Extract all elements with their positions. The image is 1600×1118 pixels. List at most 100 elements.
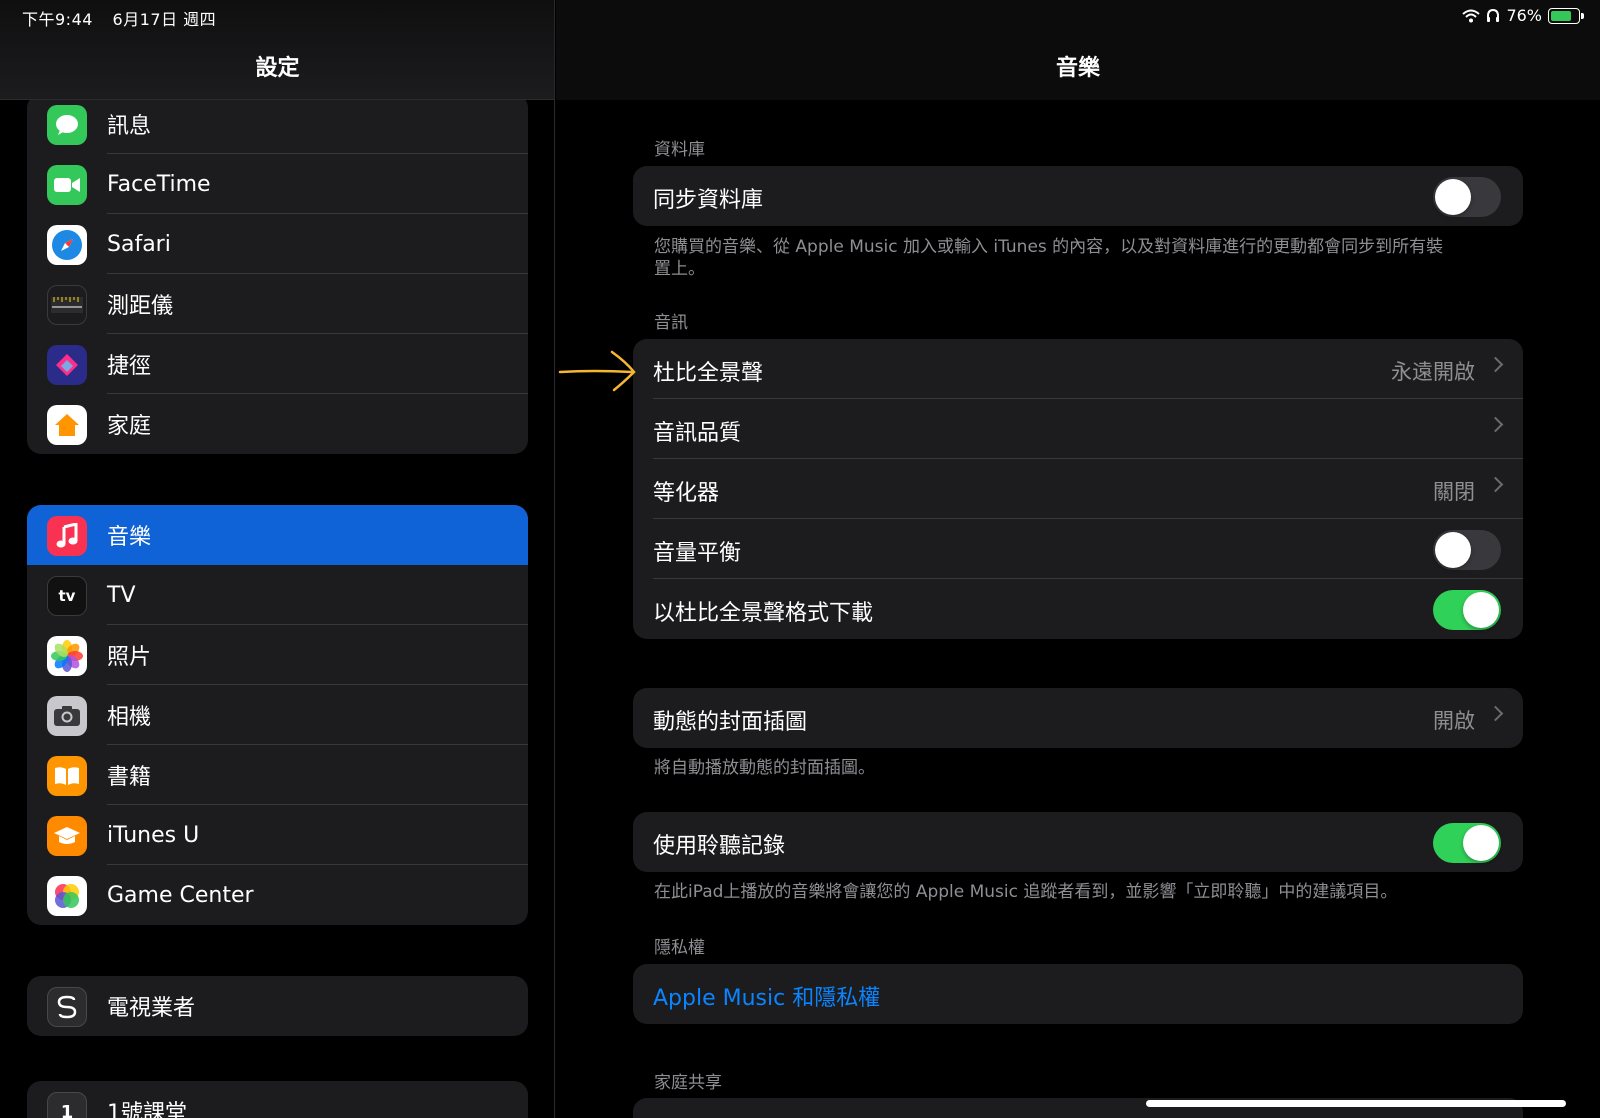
row-label: 等化器 [653, 481, 720, 506]
chevron-right-icon [1487, 476, 1504, 493]
row-value: 關閉 [1433, 480, 1475, 504]
row-label: 以杜比全景聲格式下載 [653, 601, 874, 626]
sidebar-item-game-center[interactable]: Game Center [27, 865, 528, 925]
sidebar-item-tv-provider[interactable]: 電視業者 [27, 976, 528, 1036]
game-center-icon [47, 876, 87, 916]
card-privacy: Apple Music 和隱私權 [633, 964, 1523, 1024]
card-animated-art: 動態的封面插圖 開啟 [633, 688, 1523, 748]
battery-icon [1548, 7, 1584, 24]
photos-icon [47, 636, 87, 676]
row-animated-art[interactable]: 動態的封面插圖 開啟 [633, 688, 1523, 748]
sidebar-item-label: 訊息 [107, 114, 152, 139]
listening-history-toggle[interactable] [1433, 823, 1501, 863]
itunes-u-icon [47, 816, 87, 856]
sidebar-group-third-party: 1 1號課堂 [27, 1081, 528, 1118]
row-dolby-atmos[interactable]: 杜比全景聲 永遠開啟 [633, 339, 1523, 399]
sidebar-item-label: 書籍 [107, 765, 152, 790]
headphones-icon [1487, 8, 1500, 22]
sidebar-item-tv[interactable]: tv TV [27, 565, 528, 625]
sidebar-title: 設定 [255, 56, 300, 81]
sidebar-item-music[interactable]: 音樂 [27, 505, 528, 565]
measure-icon [47, 285, 87, 325]
section-label-audio: 音訊 [654, 313, 688, 333]
listening-history-note: 在此iPad上播放的音樂將會讓您的 Apple Music 追蹤者看到，並影響「… [654, 882, 1398, 902]
sidebar-item-camera[interactable]: 相機 [27, 685, 528, 745]
sync-library-note: 您購買的音樂、從 Apple Music 加入或輸入 iTunes 的內容，以及… [654, 237, 1444, 279]
sidebar-item-label: 照片 [107, 645, 152, 670]
sidebar-item-photos[interactable]: 照片 [27, 625, 528, 685]
status-date: 6月17日 週四 [112, 10, 217, 29]
sync-library-toggle[interactable] [1433, 177, 1501, 217]
row-sound-check: 音量平衡 [633, 519, 1523, 579]
sidebar-item-classroom[interactable]: 1 1號課堂 [27, 1081, 528, 1118]
row-value: 開啟 [1433, 709, 1475, 733]
status-time: 下午9:44 [22, 10, 93, 29]
download-dolby-toggle[interactable] [1433, 590, 1501, 630]
section-label-privacy: 隱私權 [654, 938, 705, 958]
sidebar-item-label: 相機 [107, 705, 152, 730]
books-icon [47, 756, 87, 796]
home-icon [47, 405, 87, 445]
sidebar-item-label: 1號課堂 [107, 1101, 187, 1118]
sidebar-item-safari[interactable]: Safari [27, 214, 528, 274]
sidebar-header: 下午9:44 6月17日 週四 設定 [0, 0, 554, 100]
sidebar-item-measure[interactable]: 測距儀 [27, 274, 528, 334]
sidebar-item-label: FaceTime [107, 171, 211, 197]
sidebar-item-messages[interactable]: 訊息 [27, 94, 528, 154]
facetime-icon [47, 165, 87, 205]
row-eq[interactable]: 等化器 關閉 [633, 459, 1523, 519]
sidebar-item-label: Safari [107, 231, 171, 257]
tv-icon: tv [47, 576, 87, 616]
section-label-library: 資料庫 [654, 140, 705, 160]
chevron-right-icon [1487, 416, 1504, 433]
animated-art-note: 將自動播放動態的封面插圖。 [654, 758, 875, 778]
row-listening-history: 使用聆聽記錄 [633, 812, 1523, 872]
sidebar-item-itunes-u[interactable]: iTunes U [27, 805, 528, 865]
section-label-family: 家庭共享 [654, 1073, 722, 1093]
chevron-right-icon [1487, 356, 1504, 373]
battery-percent: 76% [1506, 6, 1542, 25]
shortcuts-icon [47, 345, 87, 385]
row-label: 動態的封面插圖 [653, 710, 808, 735]
row-label: 同步資料庫 [653, 188, 764, 213]
row-privacy-link[interactable]: Apple Music 和隱私權 [633, 964, 1523, 1024]
chevron-right-icon [1487, 705, 1504, 722]
wifi-icon [1462, 9, 1481, 22]
sidebar-group-apps: 訊息 FaceTime Safari 測距儀 捷徑 家庭 [27, 94, 528, 454]
sidebar-item-label: 捷徑 [107, 354, 152, 379]
main-pane: 音樂 76% 資料庫 同步資料庫 您購買的音樂、從 Apple Music 加入… [556, 0, 1600, 1118]
status-bar-right: 76% [1462, 6, 1584, 25]
row-label: 使用聆聽記錄 [653, 834, 786, 859]
safari-icon [47, 225, 87, 265]
row-value: 永遠開啟 [1391, 360, 1475, 384]
row-audio-quality[interactable]: 音訊品質 [633, 399, 1523, 459]
sidebar-item-facetime[interactable]: FaceTime [27, 154, 528, 214]
sidebar-item-label: TV [107, 582, 136, 608]
card-library: 同步資料庫 [633, 166, 1523, 226]
sidebar-item-books[interactable]: 書籍 [27, 745, 528, 805]
privacy-link[interactable]: Apple Music 和隱私權 [653, 980, 880, 1012]
status-bar-left: 下午9:44 6月17日 週四 [22, 6, 230, 30]
sidebar-group-tv-provider: 電視業者 [27, 976, 528, 1036]
sidebar-item-shortcuts[interactable]: 捷徑 [27, 334, 528, 394]
row-sync-library: 同步資料庫 [633, 166, 1523, 226]
sidebar-item-label: Game Center [107, 882, 254, 908]
messages-icon [47, 105, 87, 145]
sidebar-item-label: 電視業者 [107, 996, 196, 1021]
row-download-dolby: 以杜比全景聲格式下載 [633, 579, 1523, 639]
sidebar-item-label: 家庭 [107, 414, 152, 439]
row-label: 音量平衡 [653, 541, 742, 566]
sound-check-toggle[interactable] [1433, 530, 1501, 570]
main-header: 音樂 76% [556, 0, 1600, 100]
music-icon [47, 516, 87, 556]
card-listening-history: 使用聆聽記錄 [633, 812, 1523, 872]
home-indicator [1146, 1100, 1566, 1107]
sidebar: 下午9:44 6月17日 週四 設定 訊息 FaceTime Safari 測距… [0, 0, 555, 1118]
sidebar-item-home[interactable]: 家庭 [27, 394, 528, 454]
card-audio: 杜比全景聲 永遠開啟 音訊品質 等化器 關閉 音量平衡 以杜比全景聲格式下載 [633, 339, 1523, 639]
tv-provider-icon [47, 987, 87, 1027]
row-label: 杜比全景聲 [653, 361, 764, 386]
page-title: 音樂 [1055, 56, 1100, 81]
annotation-arrow-icon [558, 350, 636, 392]
sidebar-group-media: 音樂 tv TV 照片 相機 書籍 iTunes U Game Center [27, 505, 528, 925]
